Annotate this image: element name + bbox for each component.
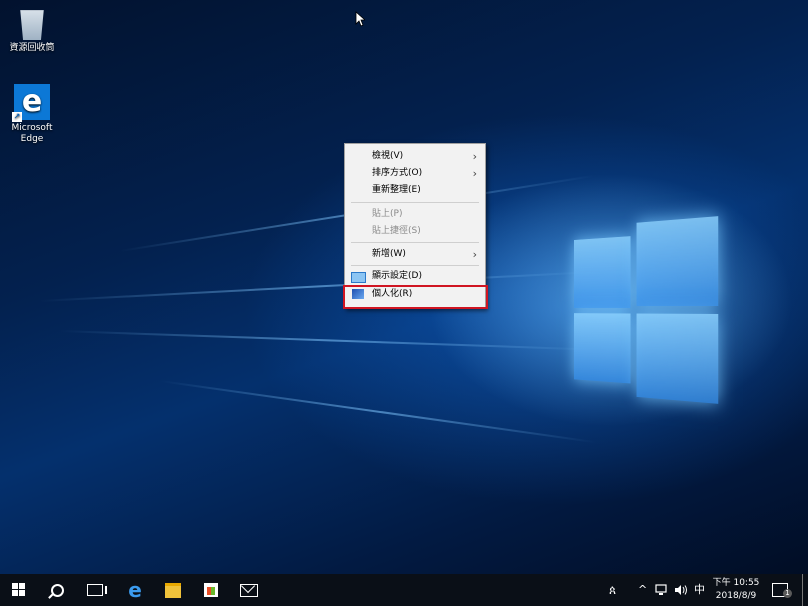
- menu-separator: [351, 265, 479, 266]
- light-beam: [40, 271, 599, 302]
- time-text: 10:55: [733, 578, 759, 588]
- store-icon: [204, 583, 218, 597]
- ime-indicator[interactable]: 中: [694, 574, 705, 606]
- taskbar-file-explorer-button[interactable]: [154, 574, 192, 606]
- windows-logo-wallpaper: [574, 210, 720, 405]
- menu-item-display-settings[interactable]: 顯示設定(D): [345, 268, 485, 285]
- show-desktop-button[interactable]: [802, 574, 803, 606]
- chevron-right-icon: ›: [473, 246, 477, 263]
- menu-separator: [351, 242, 479, 243]
- highlight-box: [343, 285, 488, 309]
- menu-item-new[interactable]: 新增(W) ›: [345, 246, 485, 263]
- notification-badge: 1: [783, 589, 792, 598]
- shortcut-arrow-icon: ↗: [12, 112, 22, 122]
- mail-icon: [240, 584, 258, 597]
- menu-item-view[interactable]: 檢視(V) ›: [345, 148, 485, 165]
- edge-icon: e ↗: [14, 84, 50, 120]
- taskbar-store-button[interactable]: [192, 574, 230, 606]
- recycle-bin-icon: [18, 6, 46, 40]
- file-explorer-icon: [165, 583, 181, 598]
- light-beam: [60, 330, 600, 351]
- search-button[interactable]: [38, 574, 76, 606]
- date-text: 2018/8/9: [710, 590, 762, 603]
- menu-item-paste: 貼上(P): [345, 206, 485, 223]
- people-icon[interactable]: ጰ: [609, 574, 616, 606]
- menu-item-refresh[interactable]: 重新整理(E): [345, 182, 485, 199]
- menu-item-sort-by[interactable]: 排序方式(O) ›: [345, 165, 485, 182]
- chevron-right-icon: ›: [473, 148, 477, 165]
- desktop-icon-edge[interactable]: e ↗ Microsoft Edge: [0, 84, 64, 145]
- taskbar-mail-button[interactable]: [230, 574, 268, 606]
- mouse-cursor-icon: [355, 11, 365, 27]
- menu-separator: [351, 202, 479, 203]
- network-icon[interactable]: [655, 574, 667, 606]
- tray-overflow-chevron-icon[interactable]: ^: [638, 574, 647, 606]
- desktop-icon-recycle-bin[interactable]: 資源回收筒: [0, 6, 64, 54]
- desktop[interactable]: 資源回收筒 e ↗ Microsoft Edge 檢視(V) › 排序方式(O) …: [0, 0, 808, 574]
- time-prefix: 下午: [713, 578, 731, 588]
- desktop-icon-label: Microsoft Edge: [10, 123, 54, 145]
- task-view-button[interactable]: [76, 574, 114, 606]
- windows-start-icon: [12, 583, 26, 597]
- task-view-icon: [87, 584, 103, 596]
- taskbar-edge-button[interactable]: e: [116, 574, 154, 606]
- taskbar-clock[interactable]: 下午 10:55 2018/8/9: [710, 577, 762, 603]
- search-icon: [51, 584, 64, 597]
- display-icon: [351, 272, 366, 283]
- desktop-icon-label: 資源回收筒: [0, 43, 64, 54]
- taskbar: e ጰ ^ 中 下午 10:55 2018/8/9 1: [0, 574, 808, 606]
- volume-icon[interactable]: [674, 574, 688, 606]
- start-button[interactable]: [0, 574, 38, 606]
- light-beam: [160, 380, 596, 443]
- menu-item-paste-shortcut: 貼上捷徑(S): [345, 223, 485, 240]
- chevron-right-icon: ›: [473, 165, 477, 182]
- edge-icon: e: [128, 578, 142, 602]
